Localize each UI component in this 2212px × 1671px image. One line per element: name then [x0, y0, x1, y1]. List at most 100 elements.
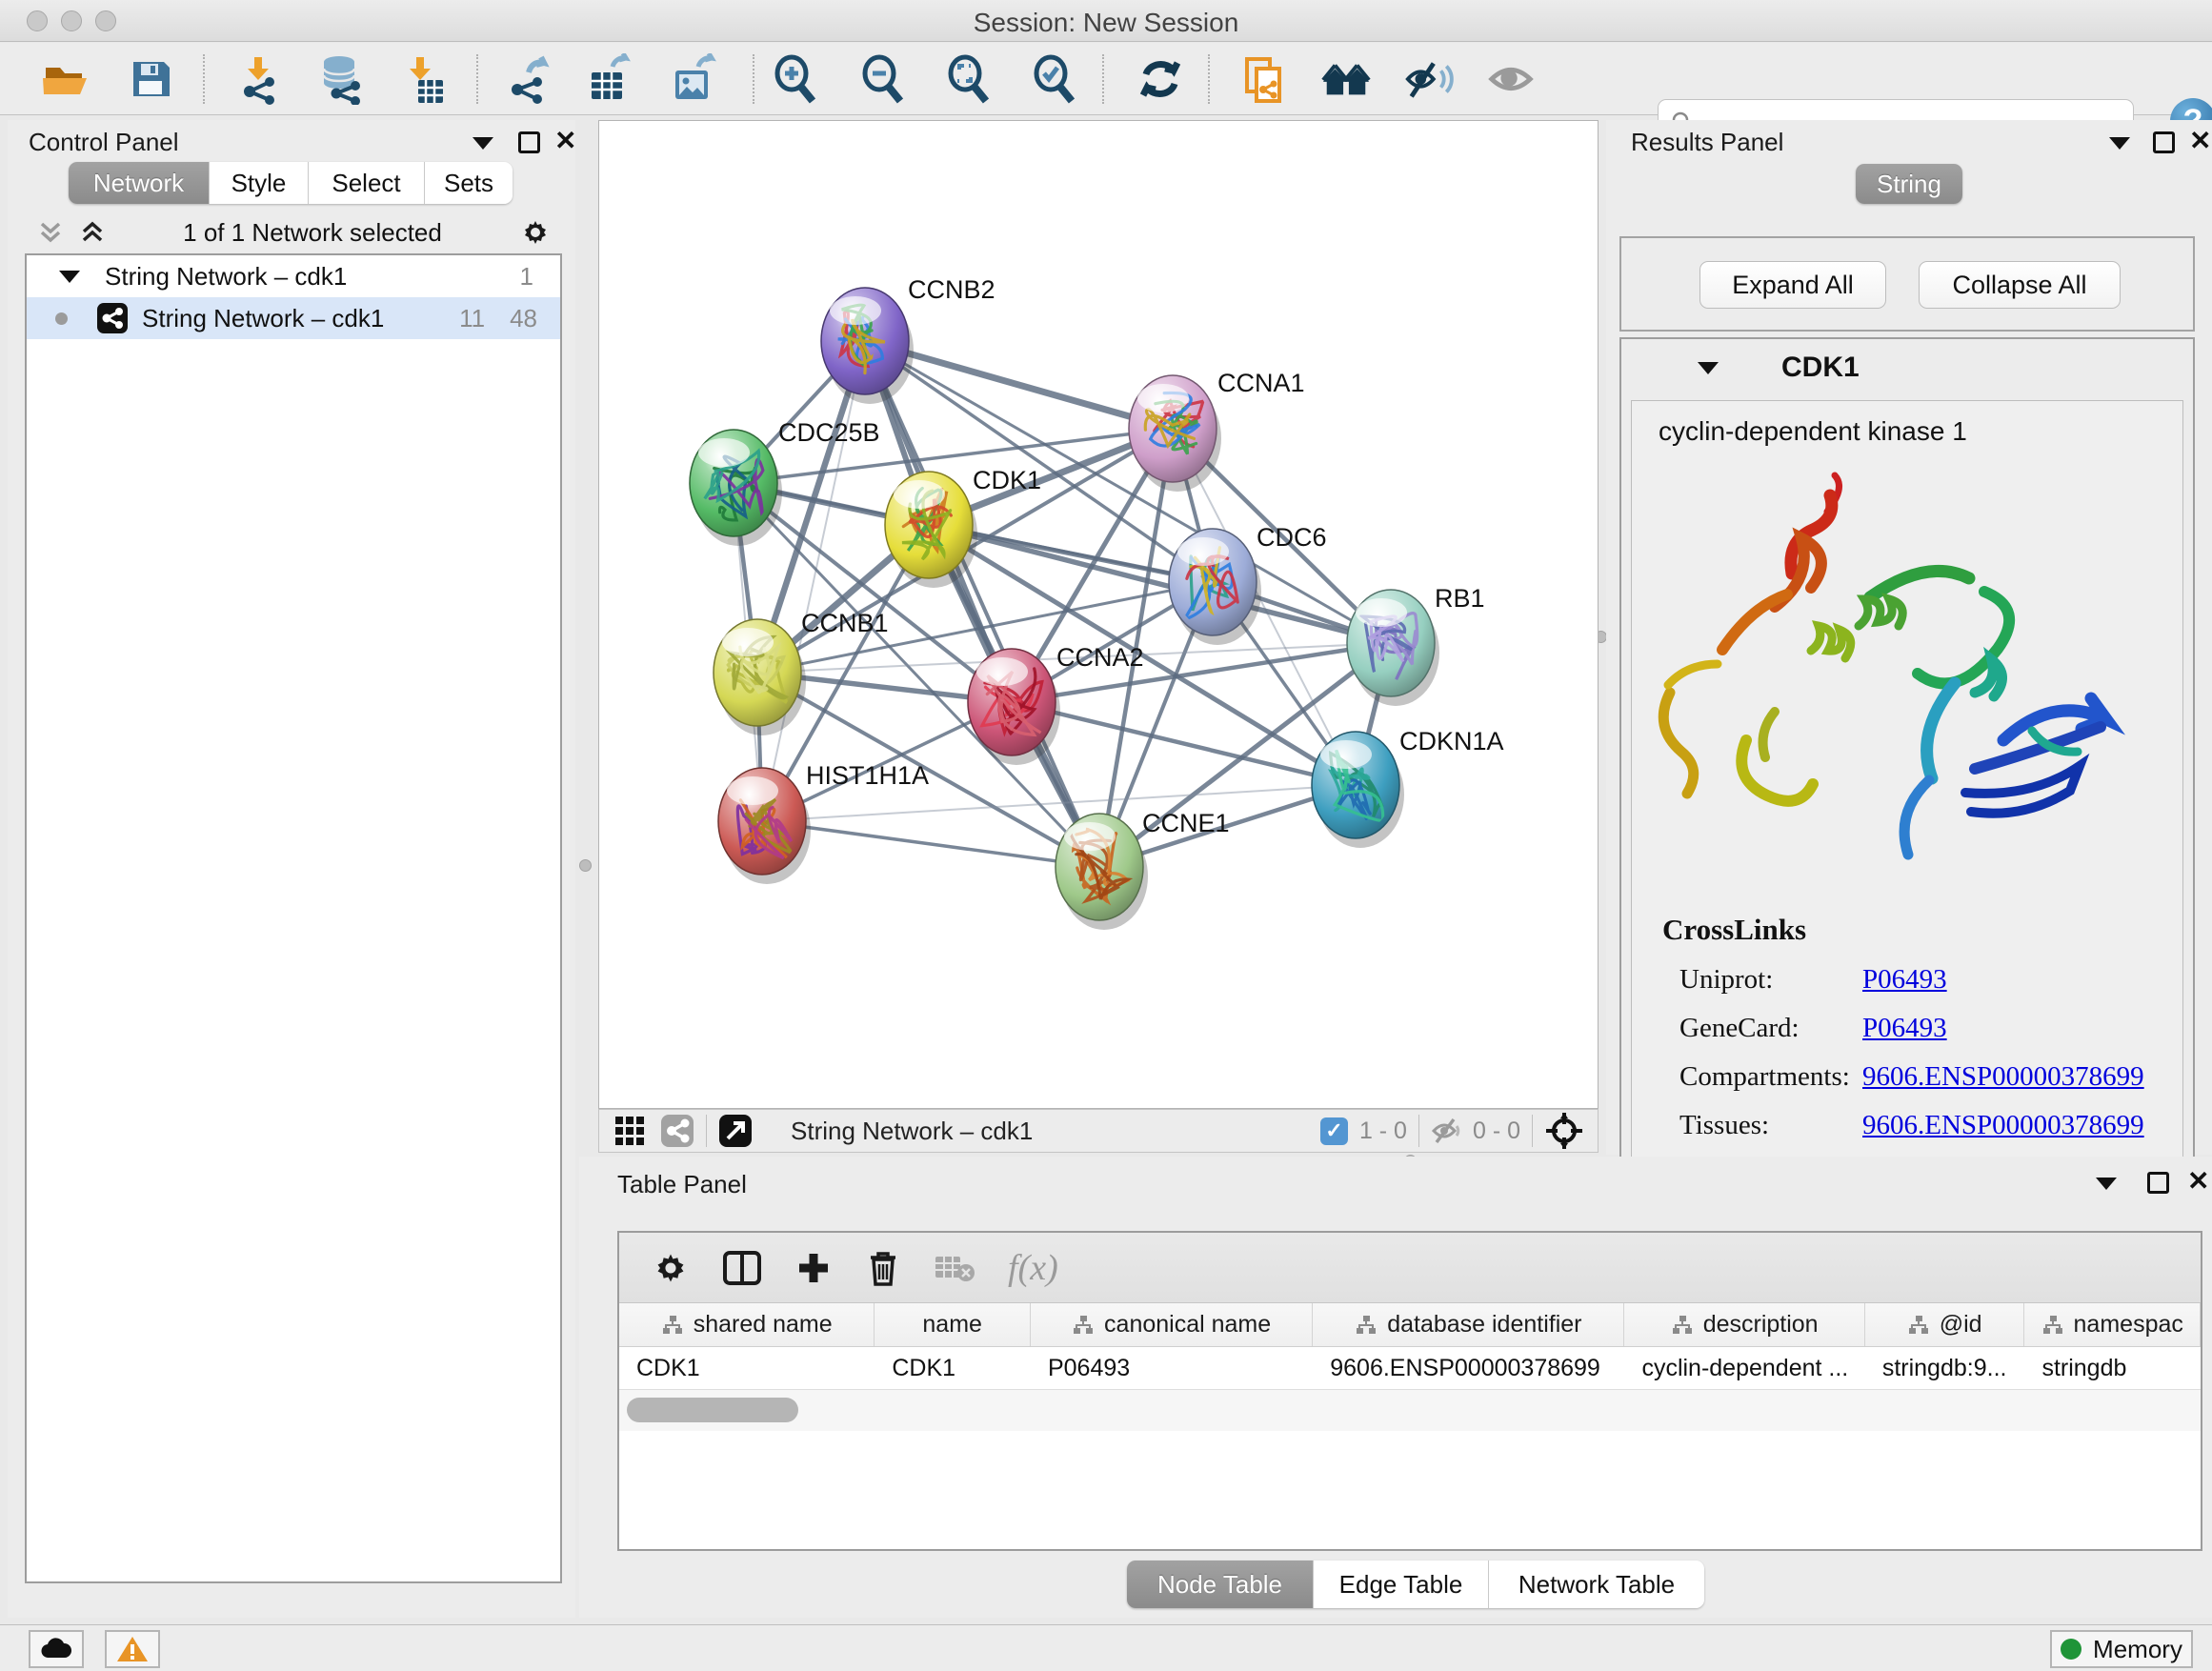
columns-icon [722, 1249, 762, 1287]
protein-header-row[interactable]: CDK1 [1621, 339, 2193, 396]
collection-expander-icon[interactable] [59, 271, 80, 283]
scrollbar-thumb[interactable] [627, 1398, 798, 1422]
network-edge[interactable] [762, 821, 1099, 867]
column-header-name[interactable]: name [875, 1303, 1031, 1346]
column-hierarchy-icon [1355, 1314, 1377, 1337]
export-table-button[interactable] [583, 52, 636, 106]
tab-sets[interactable]: Sets [425, 162, 513, 204]
node-label: RB1 [1435, 584, 1485, 613]
grid-view-icon[interactable] [613, 1114, 647, 1148]
tab-style[interactable]: Style [210, 162, 309, 204]
show-all-button[interactable] [1484, 52, 1538, 106]
protein-node-ccnb1[interactable]: CCNB1 [714, 609, 889, 735]
tab-network-table[interactable]: Network Table [1489, 1560, 1704, 1608]
zoom-out-button[interactable] [855, 52, 909, 106]
protein-node-rb1[interactable]: RB1 [1347, 584, 1485, 706]
database-icon [315, 53, 367, 105]
column-header-shared-name[interactable]: shared name [619, 1303, 875, 1346]
zoom-fit-button[interactable] [941, 52, 995, 106]
panel-menu-button[interactable] [2109, 137, 2130, 150]
protein-node-cdc25b[interactable]: CDC25B [690, 418, 880, 546]
export-network-button[interactable] [503, 52, 556, 106]
panel-menu-button[interactable] [2096, 1178, 2117, 1190]
expand-all-button[interactable]: Expand All [1699, 261, 1886, 309]
export-image-button[interactable] [667, 52, 720, 106]
column-hierarchy-icon [1671, 1314, 1694, 1337]
import-table-button[interactable] [394, 52, 448, 106]
panel-float-button[interactable] [2147, 1172, 2169, 1194]
save-session-button[interactable] [124, 52, 177, 106]
network-collection-row[interactable]: String Network – cdk1 1 [27, 255, 560, 297]
cloud-status-button[interactable] [29, 1630, 84, 1668]
import-network-file-button[interactable] [232, 52, 286, 106]
birdseye-navigator-icon[interactable] [1544, 1111, 1584, 1151]
delete-table-button[interactable] [934, 1252, 975, 1284]
node-label: CCNB2 [908, 275, 995, 304]
protein-node-ccnb2[interactable]: CCNB2 [821, 275, 995, 404]
import-table-icon [395, 53, 447, 105]
panel-close-button[interactable]: ✕ [2189, 130, 2211, 154]
zoom-in-button[interactable] [768, 52, 821, 106]
collapse-all-button[interactable]: Collapse All [1919, 261, 2121, 309]
warning-icon [116, 1635, 149, 1663]
selected-counts: 1 - 0 [1359, 1117, 1407, 1145]
protein-node-ccne1[interactable]: CCNE1 [1056, 809, 1230, 930]
protein-node-cdkn1a[interactable]: CDKN1A [1312, 727, 1504, 848]
table-horizontal-scrollbar[interactable] [619, 1389, 2201, 1431]
function-builder-button[interactable]: f(x) [1008, 1247, 1058, 1289]
delete-column-button[interactable] [865, 1248, 901, 1288]
warning-status-button[interactable] [105, 1630, 160, 1668]
hide-selected-button[interactable] [1402, 52, 1456, 106]
panel-close-button[interactable]: ✕ [554, 130, 576, 154]
expand-all-networks-icon[interactable] [78, 218, 107, 247]
crosslink-link[interactable]: 9606.ENSP00000378699 [1862, 1061, 2144, 1093]
clone-network-button[interactable] [1237, 52, 1290, 106]
tab-node-table[interactable]: Node Table [1127, 1560, 1314, 1608]
detach-view-icon[interactable] [718, 1114, 753, 1148]
create-column-button[interactable] [794, 1249, 833, 1287]
first-neighbors-button[interactable] [1319, 52, 1373, 106]
panel-close-button[interactable]: ✕ [2187, 1170, 2209, 1195]
crosslink-row: Uniprot:P06493 [1662, 964, 2182, 996]
column-hierarchy-icon [661, 1314, 684, 1337]
toolbar-separator [203, 54, 205, 104]
column-header--id[interactable]: @id [1865, 1303, 2025, 1346]
tab-edge-table[interactable]: Edge Table [1314, 1560, 1489, 1608]
tab-string[interactable]: String [1856, 164, 1962, 204]
zoom-selected-button[interactable] [1027, 52, 1080, 106]
protein-node-hist1h1a[interactable]: HIST1H1A [718, 761, 929, 884]
import-network-database-button[interactable] [314, 52, 368, 106]
cloud-icon [39, 1637, 73, 1661]
protein-node-cdk1[interactable]: CDK1 [885, 466, 1041, 588]
tab-network[interactable]: Network [69, 162, 210, 204]
network-edge[interactable] [762, 341, 865, 821]
network-row[interactable]: String Network – cdk1 11 48 [27, 297, 560, 339]
table-settings-button[interactable] [652, 1249, 690, 1287]
selected-nodes-checkbox[interactable]: ✓ [1320, 1117, 1348, 1145]
panel-float-button[interactable] [2153, 131, 2175, 153]
column-header-canonical-name[interactable]: canonical name [1031, 1303, 1313, 1346]
column-header-description[interactable]: description [1624, 1303, 1864, 1346]
network-view-icon[interactable] [660, 1114, 694, 1148]
protein-collapse-icon[interactable] [1698, 362, 1719, 374]
network-options-gear-icon[interactable] [518, 215, 553, 250]
collapse-all-networks-icon[interactable] [36, 218, 65, 247]
tab-select[interactable]: Select [309, 162, 425, 204]
save-floppy-icon [126, 54, 175, 104]
refresh-view-button[interactable] [1134, 52, 1187, 106]
panel-float-button[interactable] [518, 131, 540, 153]
column-header-database-identifier[interactable]: database identifier [1313, 1303, 1624, 1346]
protein-node-cdc6[interactable]: CDC6 [1169, 523, 1327, 645]
column-header-namespac[interactable]: namespac [2024, 1303, 2201, 1346]
left-splitter-handle[interactable] [579, 859, 592, 872]
table-row[interactable]: CDK1CDK1P064939606.ENSP00000378699cyclin… [619, 1347, 2201, 1389]
memory-button[interactable]: Memory [2050, 1630, 2193, 1668]
node-label: CCNE1 [1142, 809, 1230, 837]
panel-menu-button[interactable] [473, 137, 493, 150]
network-canvas[interactable]: CCNB2CCNA1CDC25BCDK1CDC6RB1CCNB1CCNA2CDK… [598, 120, 1599, 1109]
show-column-panel-button[interactable] [722, 1249, 762, 1287]
open-session-button[interactable] [38, 52, 91, 106]
crosslink-link[interactable]: P06493 [1862, 1013, 1947, 1044]
crosslink-link[interactable]: 9606.ENSP00000378699 [1862, 1110, 2144, 1141]
crosslink-link[interactable]: P06493 [1862, 964, 1947, 996]
